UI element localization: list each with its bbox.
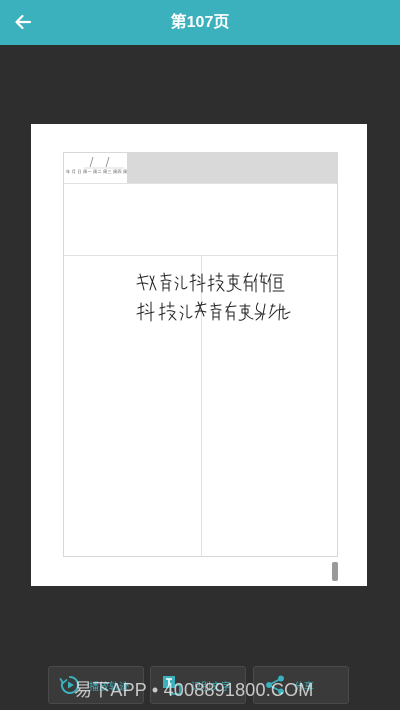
arrow-left-icon [15, 14, 32, 30]
page-title: 第107页 [170, 14, 230, 31]
share-icon [266, 675, 284, 695]
share-label: 分享 [294, 681, 314, 693]
handwriting-strokes [136, 272, 291, 322]
replay-icon [59, 676, 79, 694]
page-scrollbar-thumb[interactable] [332, 562, 338, 581]
header-divider [64, 183, 337, 184]
date-area: 年 月 日 周一 周二 周三 周四 周五 周六 周日 [64, 153, 152, 183]
date-separator-marks [84, 156, 124, 169]
top-app-bar: 第107页 [0, 0, 400, 45]
text-recognition-icon [163, 676, 181, 695]
share-button[interactable]: 分享 [253, 666, 349, 704]
back-button[interactable] [8, 7, 38, 37]
replay-label: 播放轨迹 [89, 681, 129, 693]
sheet-header-shade [127, 153, 338, 183]
notebook-sheet: 年 月 日 周一 周二 周三 周四 周五 周六 周日 [63, 152, 338, 557]
replay-button[interactable]: 播放轨迹 [48, 666, 144, 704]
text-recognition-label: 识别文字 [191, 681, 231, 693]
text-recognition-button[interactable]: 识别文字 [150, 666, 246, 704]
